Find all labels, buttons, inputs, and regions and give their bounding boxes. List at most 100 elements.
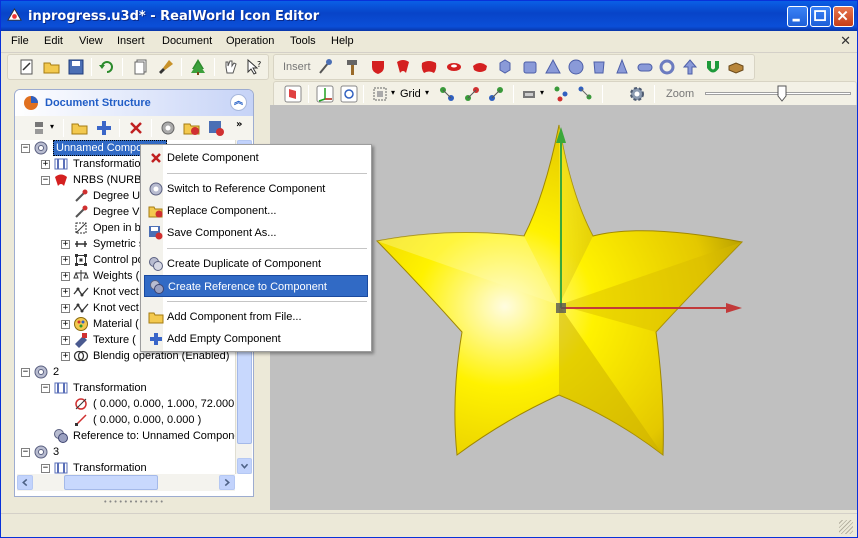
context-help-icon[interactable]: ?	[245, 58, 263, 76]
panel-header[interactable]: Document Structure ︽	[15, 90, 253, 116]
node-tool-3-icon[interactable]	[487, 85, 505, 103]
snap-icon[interactable]	[371, 85, 389, 103]
tree-icon[interactable]	[189, 58, 207, 76]
delete-icon[interactable]	[127, 119, 145, 137]
menu-item-save-component-as[interactable]: Save Component As...	[144, 222, 368, 244]
expand-toggle[interactable]: +	[61, 304, 70, 313]
maximize-button[interactable]	[810, 6, 831, 27]
tree-row[interactable]: − Transformation	[17, 460, 235, 474]
grid-dropdown-arrow-icon[interactable]: ▾	[425, 88, 429, 97]
expand-toggle[interactable]: +	[41, 160, 50, 169]
expand-toggle[interactable]: +	[61, 240, 70, 249]
menu-insert[interactable]: Insert	[117, 35, 145, 47]
snap-dropdown-arrow-icon[interactable]: ▾	[391, 88, 395, 97]
insert-hammer-icon[interactable]	[343, 58, 361, 76]
expand-toggle[interactable]: +	[61, 320, 70, 329]
hierarchy-1-icon[interactable]	[552, 85, 570, 103]
menu-item-switch-to-reference-component[interactable]: Switch to Reference Component	[144, 178, 368, 200]
scroll-down-button[interactable]	[237, 458, 252, 474]
insert-box-shape-icon[interactable]	[727, 58, 745, 76]
insert-shield-icon[interactable]	[369, 58, 387, 76]
scroll-right-button[interactable]	[219, 475, 235, 490]
undo-icon[interactable]	[98, 58, 116, 76]
component-menu-icon[interactable]	[33, 119, 51, 137]
insert-cube-icon[interactable]	[496, 58, 514, 76]
copy-icon[interactable]	[132, 58, 150, 76]
insert-magnet-icon[interactable]	[704, 58, 722, 76]
add-empty-icon[interactable]	[95, 119, 113, 137]
insert-pyramid-icon[interactable]	[544, 58, 562, 76]
insert-ribbon-icon[interactable]	[394, 58, 412, 76]
close-button[interactable]	[833, 6, 854, 27]
menu-item-create-duplicate-of-component[interactable]: Create Duplicate of Component	[144, 253, 368, 275]
menu-item-replace-component[interactable]: Replace Component...	[144, 200, 368, 222]
brush-icon[interactable]	[157, 58, 175, 76]
insert-sphere-icon[interactable]	[567, 58, 585, 76]
collapse-toggle[interactable]: −	[21, 144, 30, 153]
insert-box-icon[interactable]	[521, 58, 539, 76]
minimize-button[interactable]	[787, 6, 808, 27]
expand-toggle[interactable]: +	[61, 272, 70, 281]
open-icon[interactable]	[43, 58, 61, 76]
close-document-icon[interactable]: ✕	[840, 34, 851, 49]
insert-disc-icon[interactable]	[445, 58, 463, 76]
menu-item-create-reference-to-component[interactable]: Create Reference to Component	[144, 275, 368, 297]
replace-icon[interactable]	[183, 119, 201, 137]
switch-reference-icon[interactable]	[159, 119, 177, 137]
expand-toggle[interactable]: +	[61, 256, 70, 265]
render-mode-icon[interactable]	[521, 85, 539, 103]
settings-gear-icon[interactable]	[628, 85, 646, 103]
expand-toggle[interactable]: +	[61, 288, 70, 297]
collapse-toggle[interactable]: −	[21, 368, 30, 377]
insert-cylinder-icon[interactable]	[590, 58, 608, 76]
collapse-toggle[interactable]: −	[41, 384, 50, 393]
menu-view[interactable]: View	[79, 35, 103, 47]
collapse-toggle[interactable]: −	[41, 176, 50, 185]
tree-row[interactable]: ( 0.000, 0.000, 1.000, 72.000 )	[17, 396, 235, 412]
menu-operation[interactable]: Operation	[226, 35, 274, 47]
render-dropdown-arrow-icon[interactable]: ▾	[540, 88, 544, 97]
add-from-file-icon[interactable]	[71, 119, 89, 137]
tree-horizontal-scrollbar[interactable]	[17, 474, 235, 491]
new-icon[interactable]	[18, 58, 36, 76]
tree-row[interactable]: ( 0.000, 0.000, 0.000 )	[17, 412, 235, 428]
node-tool-1-icon[interactable]	[438, 85, 456, 103]
tree-row[interactable]: Reference to: Unnamed Component	[17, 428, 235, 444]
menu-item-add-component-from-file[interactable]: Add Component from File...	[144, 306, 368, 328]
component-menu-arrow-icon[interactable]: ▾	[50, 122, 54, 131]
horizontal-scroll-thumb[interactable]	[64, 475, 158, 490]
grid-label[interactable]: Grid	[400, 88, 421, 100]
collapse-panel-button[interactable]: ︽	[230, 94, 247, 111]
more-tools-icon[interactable]: »	[236, 119, 242, 130]
move-axes-icon[interactable]	[316, 85, 334, 103]
insert-cone-icon[interactable]	[613, 58, 631, 76]
save-component-icon[interactable]	[207, 119, 225, 137]
menu-item-delete-component[interactable]: Delete Component	[144, 147, 368, 169]
panel-resize-grip[interactable]: ••••••••••••	[14, 498, 254, 512]
menu-document[interactable]: Document	[162, 35, 212, 47]
scroll-left-button[interactable]	[17, 475, 33, 490]
menu-item-add-empty-component[interactable]: Add Empty Component	[144, 328, 368, 350]
menu-tools[interactable]: Tools	[290, 35, 316, 47]
expand-toggle[interactable]: +	[61, 352, 70, 361]
menu-file[interactable]: File	[11, 35, 29, 47]
zoom-slider-thumb[interactable]	[777, 85, 787, 102]
collapse-toggle[interactable]: −	[21, 448, 30, 457]
tree-row[interactable]: − Transformation	[17, 380, 235, 396]
tree-row[interactable]: −3	[17, 444, 235, 460]
collapse-toggle[interactable]: −	[41, 464, 50, 473]
resize-grip-icon[interactable]	[839, 520, 853, 534]
hierarchy-2-icon[interactable]	[576, 85, 594, 103]
insert-arrow-icon[interactable]	[681, 58, 699, 76]
menu-help[interactable]: Help	[331, 35, 354, 47]
menu-edit[interactable]: Edit	[44, 35, 63, 47]
title-bar[interactable]: inprogress.u3d* - RealWorld Icon Editor	[1, 1, 857, 31]
perspective-icon[interactable]	[284, 85, 302, 103]
rotate-axes-icon[interactable]	[340, 85, 358, 103]
expand-toggle[interactable]: +	[61, 336, 70, 345]
insert-ring-icon[interactable]	[471, 58, 489, 76]
insert-torus-icon[interactable]	[658, 58, 676, 76]
hand-icon[interactable]	[221, 58, 239, 76]
tree-row[interactable]: −2	[17, 364, 235, 380]
save-icon[interactable]	[67, 58, 85, 76]
